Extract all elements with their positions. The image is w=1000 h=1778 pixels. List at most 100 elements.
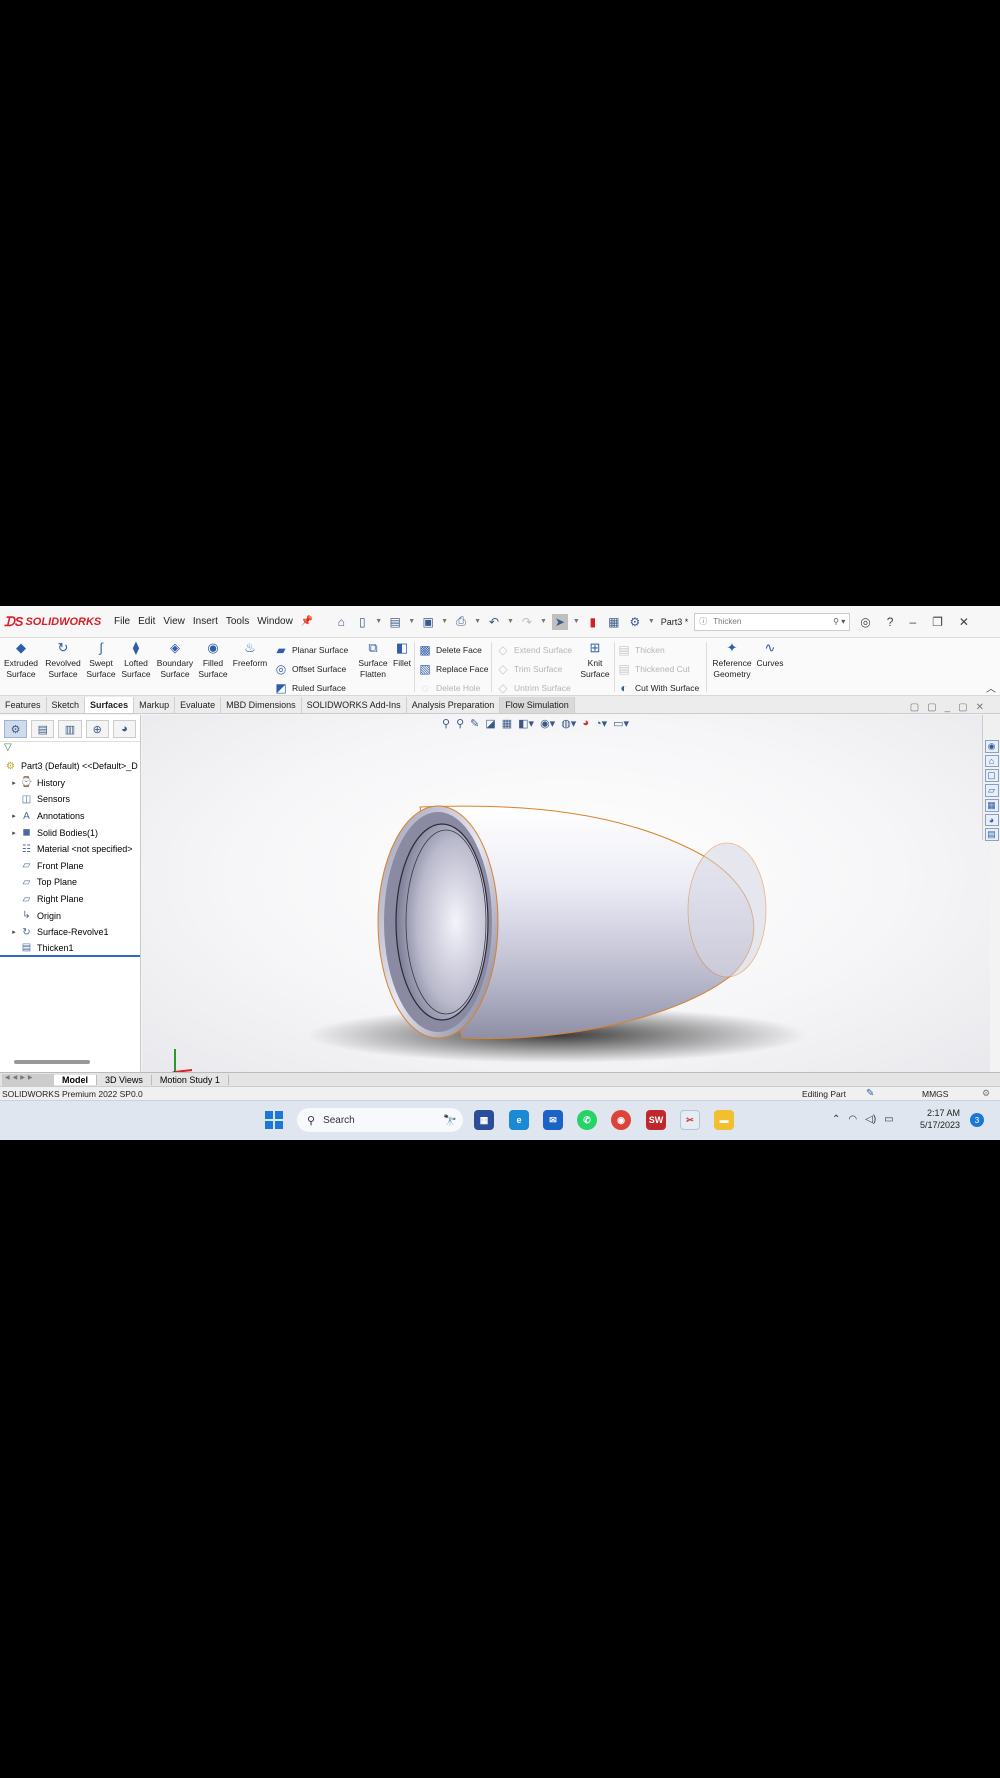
tab-surfaces[interactable]: Surfaces [85, 697, 135, 713]
horizontal-scrollbar[interactable] [14, 1060, 90, 1064]
system-clock[interactable]: 2:17 AM 5/17/2023 [920, 1107, 960, 1131]
edge-browser-icon[interactable]: e [509, 1110, 529, 1130]
tab-scroll-arrows[interactable]: ◀◀▶▶ [2, 1073, 54, 1086]
collapse-ribbon-icon[interactable]: ︿ [986, 680, 996, 695]
search-commands-input[interactable]: ⓘ Thicken ⚲ ▾ [694, 612, 851, 631]
tree-item-surface-revolve1[interactable]: ▸ ↻ Surface-Revolve1 [0, 924, 140, 941]
wifi-icon[interactable]: ◠ [848, 1114, 857, 1125]
save-icon[interactable]: ▣ [420, 614, 436, 630]
tab-mbd-dimensions[interactable]: MBD Dimensions [221, 697, 302, 713]
solidworks-logo[interactable]: ᗪS SOLIDWORKS [4, 614, 110, 630]
redo-icon[interactable]: ↷ [519, 614, 535, 630]
calendar-app-icon[interactable]: ▦ [474, 1110, 494, 1130]
tree-item-right-plane[interactable]: ▱ Right Plane [0, 891, 140, 908]
graphics-viewport[interactable]: ⚲ ⚲ ✎ ◪ ▦ ◧▾ ◉▾ ◍▾ ◕ ◔▾ ▭▾ [142, 715, 990, 1072]
thickened-cut-button[interactable]: ▤ Thickened Cut [617, 662, 689, 676]
whatsapp-icon[interactable]: ✆ [577, 1110, 597, 1130]
swept-surface-button[interactable]: ∫ Swept Surface [85, 641, 117, 680]
expand-arrow-icon[interactable]: ▸ [9, 779, 19, 787]
view-palette-icon[interactable]: ▱ [984, 784, 999, 797]
revolved-surface-button[interactable]: ↻ Revolved Surface [45, 641, 81, 680]
solidworks-forum-icon[interactable]: ▤ [984, 828, 999, 841]
user-icon[interactable]: ◎ [860, 615, 870, 629]
expand-arrow-icon[interactable]: ▸ [9, 829, 19, 837]
surface-flatten-button[interactable]: ⧉ Surface Flatten [356, 641, 390, 680]
tree-item-history[interactable]: ▸ ⌚ History [0, 775, 140, 792]
delete-hole-button[interactable]: ◌ Delete Hole [418, 681, 480, 695]
cut-with-surface-button[interactable]: ◐ Cut With Surface [617, 681, 699, 695]
planar-surface-button[interactable]: ▰ Planar Surface [274, 643, 348, 657]
dimxpert-icon[interactable]: ⊕ [85, 720, 109, 738]
freeform-button[interactable]: ♨ Freeform [232, 641, 268, 669]
battery-icon[interactable]: ▭ [884, 1114, 893, 1125]
tree-item-origin[interactable]: ↳ Origin [0, 907, 140, 924]
tree-item-annotations[interactable]: ▸ A Annotations [0, 808, 140, 825]
tree-item-front-plane[interactable]: ▱ Front Plane [0, 858, 140, 875]
tab-3d-views[interactable]: 3D Views [97, 1074, 152, 1085]
curves-button[interactable]: ∿ Curves [754, 641, 786, 669]
offset-surface-button[interactable]: ◎ Offset Surface [274, 662, 346, 676]
close-icon[interactable]: ✕ [959, 615, 969, 629]
restore-icon[interactable]: ❐ [932, 615, 943, 629]
boundary-surface-button[interactable]: ◈ Boundary Surface [155, 641, 195, 680]
taskbar-search[interactable]: ⚲ Search 🔭 [297, 1108, 463, 1132]
tab-solidworks-add-ins[interactable]: SOLIDWORKS Add-Ins [302, 697, 407, 713]
help-icon[interactable]: ? [887, 615, 894, 629]
tree-item-thicken1[interactable]: ▤ Thicken1 [0, 941, 140, 958]
extruded-surface-button[interactable]: ◆ Extruded Surface [4, 641, 38, 680]
print-icon[interactable]: ⎙ [453, 614, 469, 630]
property-manager-icon[interactable]: ▤ [31, 720, 55, 738]
start-windows-icon[interactable] [265, 1111, 283, 1129]
rebuild-icon[interactable]: ▮ [585, 614, 601, 630]
volume-icon[interactable]: ◁) [865, 1114, 876, 1125]
feature-tree-icon[interactable]: ⚙ [4, 720, 28, 738]
tab-markup[interactable]: Markup [134, 697, 176, 713]
tree-item-sensors[interactable]: ◫ Sensors [0, 791, 140, 808]
ruled-surface-button[interactable]: ◩ Ruled Surface [274, 681, 346, 695]
fillet-button[interactable]: ◧ Fillet [390, 641, 414, 669]
file-explorer-taskbar-icon[interactable]: ▬ [714, 1110, 734, 1130]
home-icon[interactable]: ⌂ [333, 614, 349, 630]
search-icon[interactable]: ⚲ ▾ [833, 617, 845, 626]
tab-features[interactable]: Features [0, 697, 47, 713]
design-library-icon[interactable]: ⌂ [984, 755, 999, 767]
delete-face-button[interactable]: ▩ Delete Face [418, 643, 482, 657]
tree-item-top-plane[interactable]: ▱ Top Plane [0, 874, 140, 891]
minimize-icon[interactable]: – [909, 615, 916, 629]
undo-icon[interactable]: ↶ [486, 614, 502, 630]
tab-evaluate[interactable]: Evaluate [175, 697, 222, 713]
untrim-surface-button[interactable]: ◇ Untrim Surface [496, 681, 570, 695]
unit-system[interactable]: MMGS [922, 1089, 948, 1099]
menu-insert[interactable]: Insert [189, 616, 222, 627]
expand-arrow-icon[interactable]: ▸ [9, 928, 19, 936]
options-gear-icon[interactable]: ⚙ [627, 614, 643, 630]
file-properties-icon[interactable]: ▦ [606, 614, 622, 630]
tab-model[interactable]: Model [54, 1074, 97, 1085]
snipping-tool-icon[interactable]: ✂ [680, 1110, 700, 1130]
menu-view[interactable]: View [159, 616, 189, 627]
solidworks-taskbar-icon[interactable]: SW [646, 1110, 666, 1130]
filter-icon[interactable]: ▽ [0, 742, 140, 758]
viewport-window-controls[interactable]: ▢▢_▢✕ [910, 702, 992, 713]
tab-sketch[interactable]: Sketch [47, 697, 86, 713]
display-manager-icon[interactable]: ◕ [112, 720, 137, 738]
trim-surface-button[interactable]: ◇ Trim Surface [496, 662, 562, 676]
chrome-icon[interactable]: ◉ [611, 1110, 631, 1130]
part-model-render[interactable] [142, 715, 990, 1072]
notification-badge[interactable]: 3 [970, 1113, 984, 1127]
tree-root-part[interactable]: ⚙ Part3 (Default) <<Default>_D [0, 758, 140, 775]
filled-surface-button[interactable]: ◉ Filled Surface [198, 641, 228, 680]
tab-analysis-preparation[interactable]: Analysis Preparation [407, 697, 501, 713]
new-document-icon[interactable]: ▯ [354, 614, 370, 630]
lofted-surface-button[interactable]: ⧫ Lofted Surface [120, 641, 152, 680]
menu-file[interactable]: File [110, 616, 134, 627]
reference-geometry-button[interactable]: ✦ Reference Geometry [710, 641, 754, 680]
configuration-manager-icon[interactable]: ▥ [58, 720, 82, 738]
expand-arrow-icon[interactable]: ▸ [9, 812, 19, 820]
menu-tools[interactable]: Tools [222, 616, 253, 627]
file-explorer-icon[interactable]: ▢ [984, 769, 999, 782]
tree-item-solid-bodies[interactable]: ▸ ◼ Solid Bodies(1) [0, 824, 140, 841]
tab-motion-study-1[interactable]: Motion Study 1 [152, 1074, 229, 1085]
status-settings-icon[interactable]: ⚙ [982, 1088, 990, 1099]
pin-icon[interactable]: 📌 [301, 616, 313, 627]
